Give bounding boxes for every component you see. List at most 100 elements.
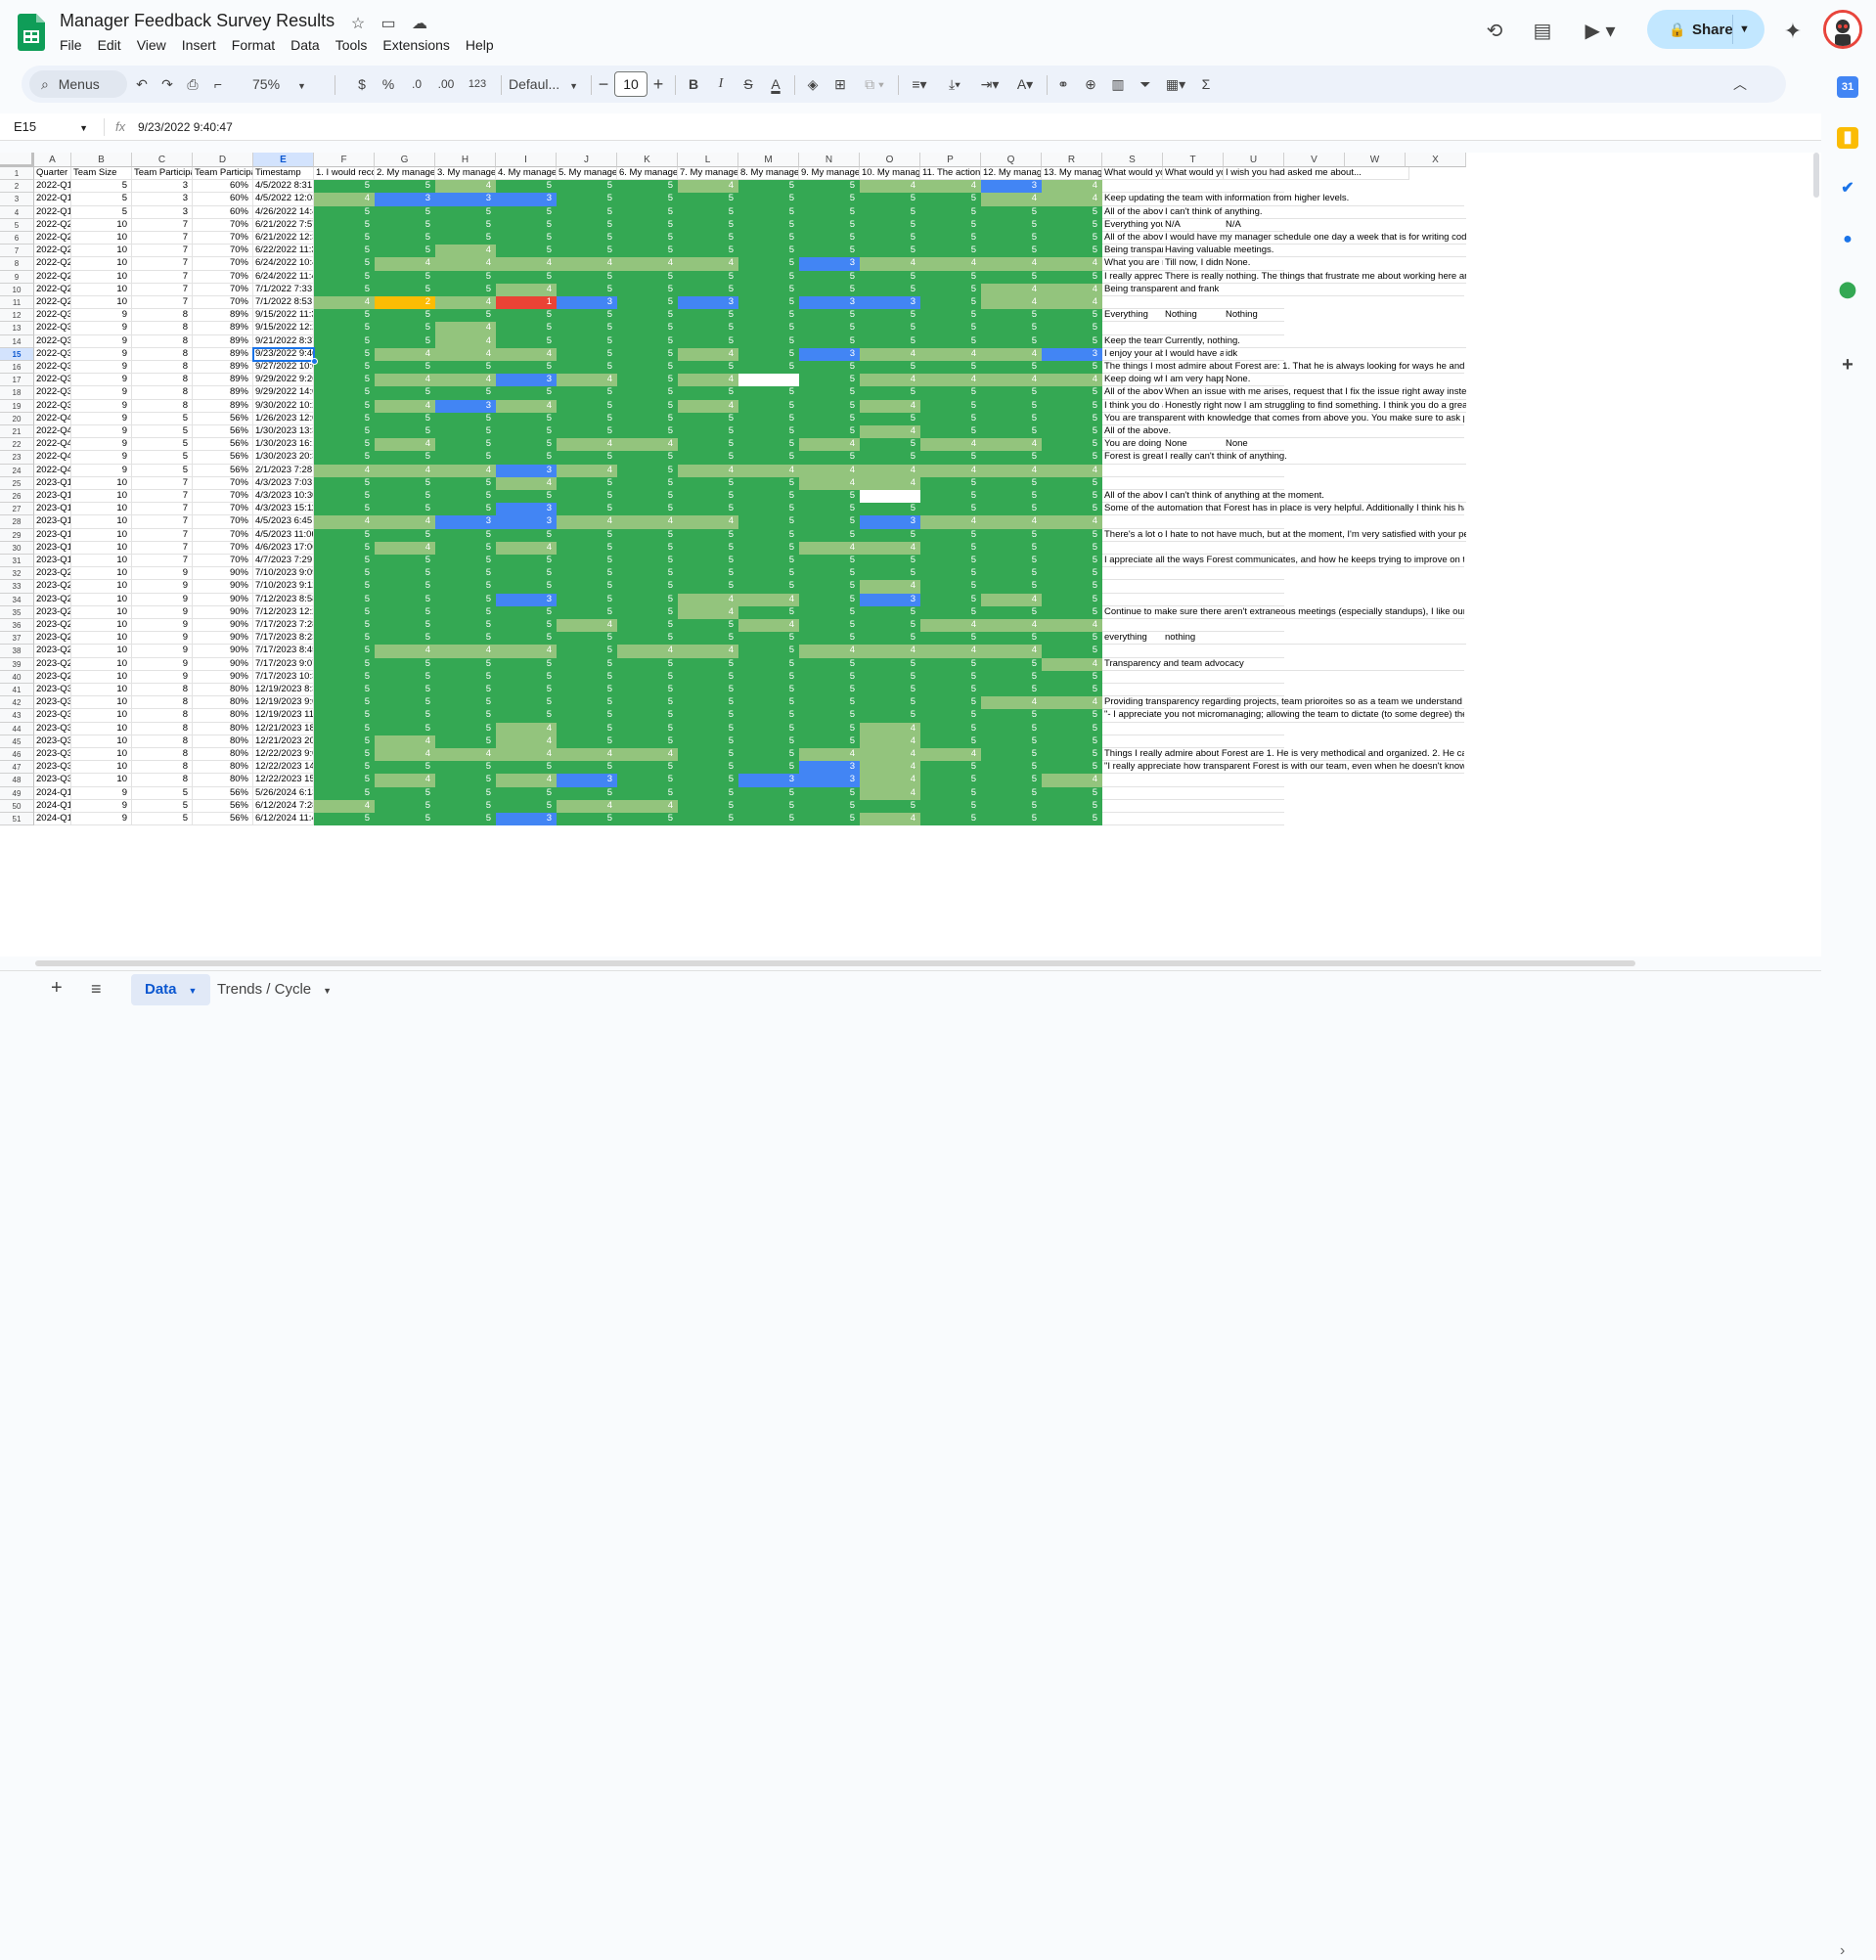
score-cell[interactable]: 5 <box>738 567 799 581</box>
score-cell[interactable]: 5 <box>435 438 496 452</box>
score-cell[interactable]: 5 <box>799 283 860 296</box>
score-cell[interactable]: 3 <box>435 515 496 529</box>
answer-cell-u[interactable] <box>1224 800 1284 813</box>
team-participation-cell[interactable]: 8 <box>132 386 193 400</box>
timestamp-cell[interactable]: 6/21/2022 7:57:5 <box>253 218 314 232</box>
participation-rate-cell[interactable]: 89% <box>193 309 253 323</box>
answer-cell-s[interactable] <box>1102 813 1163 826</box>
column-header-o[interactable]: O <box>860 153 920 167</box>
score-cell[interactable]: 5 <box>738 490 799 504</box>
timestamp-cell[interactable]: 6/24/2022 10:42 <box>253 257 314 271</box>
team-size-cell[interactable]: 10 <box>71 696 132 710</box>
column-header-g[interactable]: G <box>375 153 435 167</box>
timestamp-cell[interactable]: 9/27/2022 10:06 <box>253 361 314 375</box>
answer-cell-s[interactable] <box>1102 477 1163 490</box>
score-cell[interactable]: 4 <box>496 541 557 555</box>
header-cell[interactable]: 1. I would recom <box>314 167 375 181</box>
answer-cell-t[interactable]: I can't think of anything. <box>1163 206 1466 219</box>
score-cell[interactable]: 4 <box>678 257 738 271</box>
score-cell[interactable]: 5 <box>435 786 496 800</box>
score-cell[interactable]: 5 <box>799 786 860 800</box>
score-cell[interactable]: 5 <box>920 283 981 296</box>
score-cell[interactable]: 5 <box>860 619 920 633</box>
quarter-cell[interactable]: 2022-Q2 <box>34 296 71 310</box>
score-cell[interactable]: 5 <box>920 399 981 413</box>
answer-cell-t[interactable]: I would have my manager schedule one day… <box>1163 232 1466 245</box>
column-header-p[interactable]: P <box>920 153 981 167</box>
score-cell[interactable]: 5 <box>617 386 678 400</box>
team-size-cell[interactable]: 10 <box>71 657 132 671</box>
score-cell[interactable]: 5 <box>678 786 738 800</box>
score-cell[interactable]: 5 <box>920 580 981 594</box>
score-cell[interactable]: 5 <box>435 218 496 232</box>
column-header-c[interactable]: C <box>132 153 193 167</box>
menu-file[interactable]: File <box>52 36 90 54</box>
answer-cell-s[interactable]: All of the above. <box>1102 386 1163 400</box>
answer-cell-u[interactable]: None. <box>1224 257 1284 271</box>
answer-cell-s[interactable] <box>1102 580 1163 594</box>
participation-rate-cell[interactable]: 90% <box>193 632 253 646</box>
answer-cell-s[interactable] <box>1102 671 1163 684</box>
score-cell[interactable]: 5 <box>435 813 496 826</box>
score-cell[interactable]: 5 <box>799 205 860 219</box>
answer-cell-s[interactable]: The things I most admire about Forest ar… <box>1102 361 1464 375</box>
score-cell[interactable]: 5 <box>981 761 1042 775</box>
score-cell[interactable]: 4 <box>799 541 860 555</box>
score-cell[interactable]: 5 <box>617 761 678 775</box>
participation-rate-cell[interactable]: 56% <box>193 438 253 452</box>
score-cell[interactable]: 5 <box>375 232 435 245</box>
score-cell[interactable]: 5 <box>981 412 1042 425</box>
score-cell[interactable]: 5 <box>375 722 435 735</box>
timestamp-cell[interactable]: 7/10/2023 9:09:2 <box>253 567 314 581</box>
score-cell[interactable]: 5 <box>678 205 738 219</box>
score-cell[interactable]: 5 <box>981 528 1042 542</box>
team-size-cell[interactable]: 10 <box>71 567 132 581</box>
score-cell[interactable]: 5 <box>1042 412 1102 425</box>
score-cell[interactable]: 4 <box>1042 296 1102 310</box>
participation-rate-cell[interactable]: 80% <box>193 761 253 775</box>
score-cell[interactable]: 4 <box>860 464 920 477</box>
score-cell[interactable]: 4 <box>617 645 678 658</box>
print-icon[interactable]: ⎙ <box>182 66 203 103</box>
score-cell[interactable]: 5 <box>617 632 678 646</box>
score-cell[interactable]: 5 <box>375 684 435 697</box>
score-cell[interactable]: 5 <box>557 657 617 671</box>
answer-cell-s[interactable] <box>1102 180 1163 194</box>
score-cell[interactable]: 5 <box>435 722 496 735</box>
score-cell[interactable]: 5 <box>375 799 435 813</box>
answer-cell-s[interactable] <box>1102 322 1163 335</box>
score-cell[interactable]: 5 <box>496 580 557 594</box>
score-cell[interactable]: 5 <box>1042 245 1102 258</box>
score-cell[interactable]: 5 <box>860 451 920 465</box>
participation-rate-cell[interactable]: 70% <box>193 232 253 245</box>
participation-rate-cell[interactable]: 89% <box>193 386 253 400</box>
score-cell[interactable]: 4 <box>860 257 920 271</box>
answer-cell-s[interactable]: Things I really admire about Forest are … <box>1102 748 1464 762</box>
score-cell[interactable]: 5 <box>557 555 617 568</box>
score-cell[interactable]: 5 <box>860 334 920 348</box>
team-size-cell[interactable]: 10 <box>71 684 132 697</box>
team-participation-cell[interactable]: 7 <box>132 490 193 504</box>
participation-rate-cell[interactable]: 70% <box>193 528 253 542</box>
filter-icon[interactable]: ⏷ <box>1135 66 1156 103</box>
answer-cell-s[interactable] <box>1102 774 1163 787</box>
score-cell[interactable]: 5 <box>435 709 496 723</box>
score-cell[interactable]: 5 <box>375 605 435 619</box>
score-cell[interactable]: 4 <box>557 438 617 452</box>
score-cell[interactable]: 5 <box>314 555 375 568</box>
header-cell[interactable]: 7. My manager k <box>678 167 738 181</box>
score-cell[interactable]: 5 <box>435 580 496 594</box>
row-header[interactable]: 28 <box>0 515 34 529</box>
team-participation-cell[interactable]: 7 <box>132 555 193 568</box>
score-cell[interactable]: 4 <box>678 605 738 619</box>
team-size-cell[interactable]: 10 <box>71 528 132 542</box>
score-cell[interactable]: 3 <box>860 593 920 606</box>
score-cell[interactable]: 4 <box>981 696 1042 710</box>
score-cell[interactable]: 4 <box>920 180 981 194</box>
score-cell[interactable]: 5 <box>981 632 1042 646</box>
team-participation-cell[interactable]: 5 <box>132 451 193 465</box>
score-cell[interactable]: 4 <box>678 515 738 529</box>
avatar[interactable] <box>1823 10 1862 49</box>
score-cell[interactable]: 5 <box>375 593 435 606</box>
answer-cell-t[interactable]: There is really nothing. The things that… <box>1163 271 1466 284</box>
